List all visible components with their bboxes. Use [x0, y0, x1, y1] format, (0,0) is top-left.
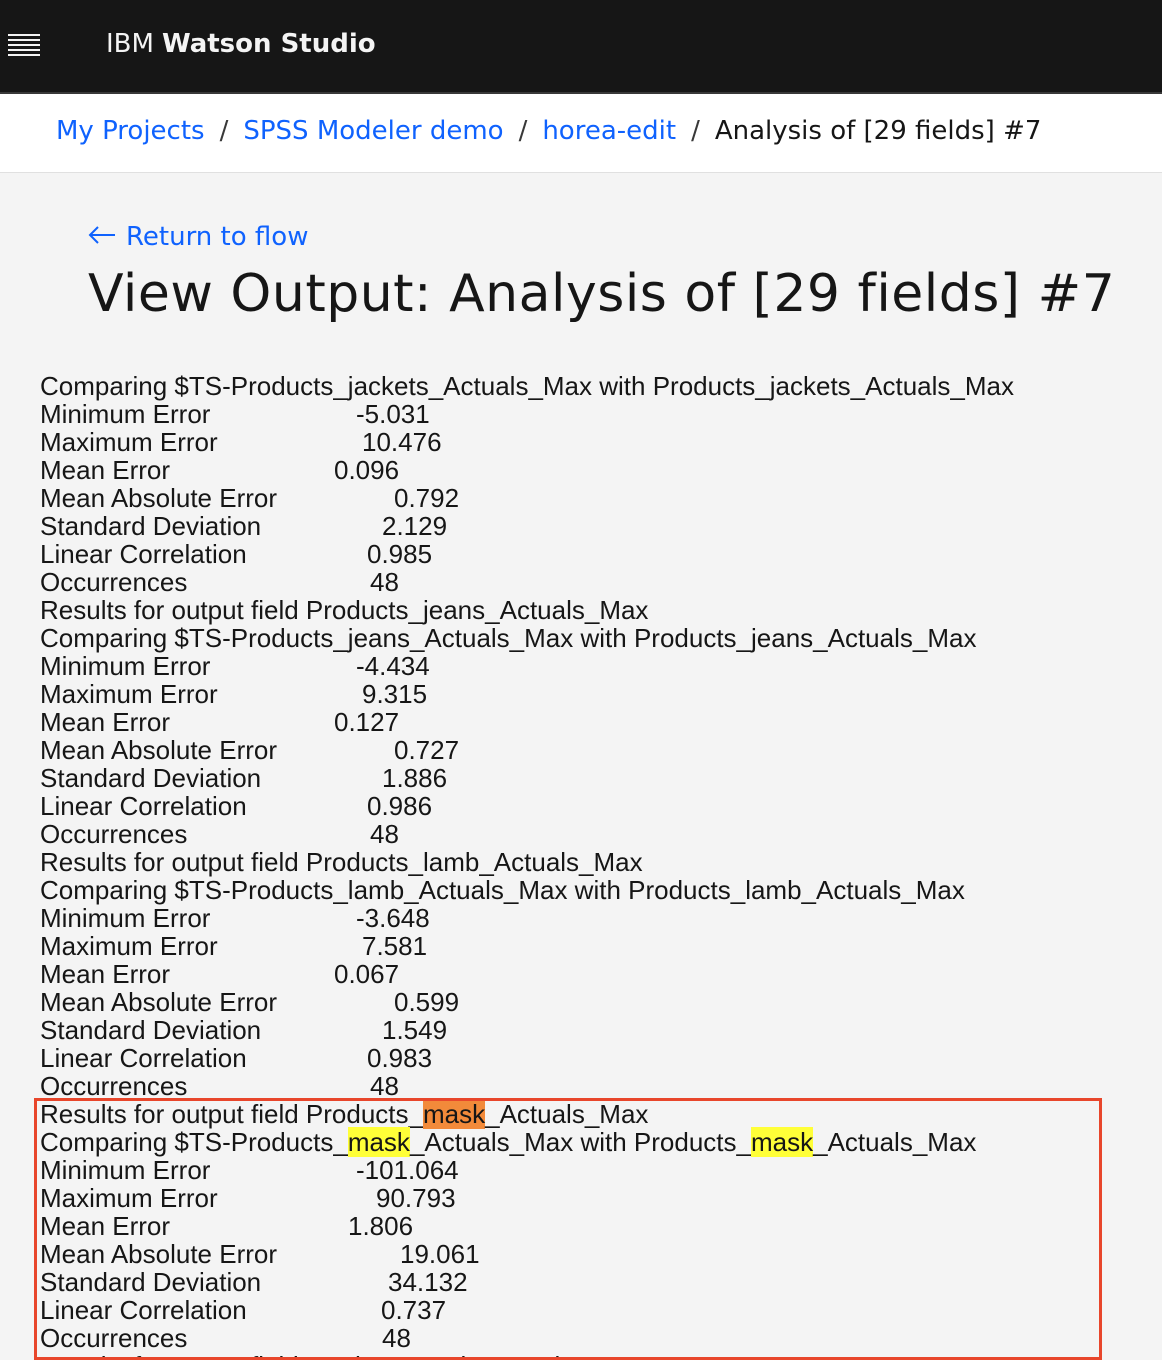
stat-value: 1.886 [382, 763, 448, 793]
stat-label: Mean Absolute Error [40, 1239, 278, 1269]
stat-label: Standard Deviation [40, 1015, 262, 1045]
stat-label: Maximum Error [40, 427, 218, 457]
breadcrumb-my-projects[interactable]: My Projects [56, 116, 205, 146]
breadcrumb-separator: / [518, 116, 528, 146]
stat-label: Linear Correlation [40, 539, 247, 569]
stat-value: 0.986 [367, 791, 433, 821]
stat-value: 0.067 [334, 959, 400, 989]
stat-label: Occurrences [40, 1071, 188, 1101]
stat-value: 48 [370, 819, 399, 849]
stat-value: 2.129 [382, 511, 448, 541]
stat-label: Minimum Error [40, 1155, 211, 1185]
stat-value: 0.792 [394, 483, 460, 513]
comparing-middle: _Actuals_Max with Products_ [409, 1127, 751, 1157]
breadcrumb-spss-modeler-demo[interactable]: SPSS Modeler demo [243, 116, 503, 146]
breadcrumb-current: Analysis of [29 fields] #7 [714, 116, 1042, 146]
stat-value: 0.127 [334, 707, 400, 737]
output-text: Comparing $TS-Products_jackets_Actuals_M… [40, 372, 1014, 400]
stat-label: Maximum Error [40, 1183, 218, 1213]
stat-label: Minimum Error [40, 651, 211, 681]
arrow-left-icon [88, 222, 116, 252]
stat-label: Minimum Error [40, 399, 211, 429]
results-prefix: Results for output field Products_ [40, 1099, 423, 1129]
page-title: View Output: Analysis of [29 fields] #7 [88, 264, 1116, 324]
stat-value: 10.476 [362, 427, 442, 457]
product-name[interactable]: IBM Watson Studio [106, 29, 376, 59]
next-block: Results for output field Products_pork_A… [40, 1352, 637, 1360]
stat-label: Linear Correlation [40, 1043, 247, 1073]
results-suffix: _Actuals_Max [485, 1099, 649, 1129]
stat-value: 48 [370, 1071, 399, 1101]
stat-value: 48 [370, 567, 399, 597]
mask-block: Results for output field Products_mask_A… [40, 1099, 977, 1157]
stat-label: Maximum Error [40, 931, 218, 961]
jeans-block: Results for output field Products_jeans_… [40, 596, 976, 652]
stat-value: 1.806 [348, 1211, 414, 1241]
breadcrumb-bar: My Projects / SPSS Modeler demo / horea-edit… [0, 94, 1162, 173]
search-match: mask [750, 1127, 814, 1157]
results-line: Results for output field Products_lamb_A… [40, 847, 643, 877]
comparing-suffix: _Actuals_Max [813, 1127, 977, 1157]
stat-label: Standard Deviation [40, 511, 262, 541]
results-line: Results for output field Products_mask_A… [40, 1099, 976, 1129]
stat-value: 90.793 [376, 1183, 456, 1213]
stat-value: 1.549 [382, 1015, 448, 1045]
stat-value: 0.096 [334, 455, 400, 485]
return-to-flow-link[interactable]: Return to flow [88, 222, 308, 252]
analysis-output[interactable]: Comparing $TS-Products_jackets_Actuals_M… [0, 372, 1162, 1360]
stat-label: Linear Correlation [40, 1295, 247, 1325]
stat-value: -4.434 [356, 651, 430, 681]
stat-label: Occurrences [40, 1323, 188, 1353]
breadcrumb: My Projects / SPSS Modeler demo / horea-edit… [56, 116, 1041, 146]
breadcrumb-separator: / [219, 116, 229, 146]
stat-label: Maximum Error [40, 679, 218, 709]
output-line: Comparing $TS-Products_jackets_Actuals_M… [40, 372, 1014, 401]
results-line: Results for output field Products_jeans_… [40, 595, 649, 625]
stat-value: 19.061 [400, 1239, 480, 1269]
comparing-line: Comparing $TS-Products_lamb_Actuals_Max … [40, 875, 965, 905]
stat-value: 7.581 [362, 931, 428, 961]
stat-value: 0.983 [367, 1043, 433, 1073]
search-match-current: mask [422, 1099, 486, 1129]
brand-name: Watson Studio [161, 29, 376, 59]
top-navigation-bar: IBM Watson Studio [0, 0, 1162, 94]
comparing-line: Comparing $TS-Products_mask_Actuals_Max … [40, 1127, 977, 1157]
comparing-prefix: Comparing $TS-Products_ [40, 1127, 348, 1157]
stat-value: -101.064 [356, 1155, 459, 1185]
stat-label: Mean Absolute Error [40, 735, 278, 765]
stat-label: Mean Absolute Error [40, 987, 278, 1017]
stat-label: Mean Error [40, 455, 171, 485]
breadcrumb-horea-edit[interactable]: horea-edit [542, 116, 676, 146]
return-to-flow-label: Return to flow [126, 222, 309, 252]
stat-value: 34.132 [388, 1267, 468, 1297]
search-match: mask [347, 1127, 410, 1157]
stat-value: 0.985 [367, 539, 433, 569]
stat-label: Standard Deviation [40, 763, 262, 793]
comparing-line: Comparing $TS-Products_jeans_Actuals_Max… [40, 623, 977, 653]
stat-value: 0.599 [394, 987, 460, 1017]
results-line: Results for output field Products_pork_A… [40, 1352, 637, 1360]
stat-label: Standard Deviation [40, 1267, 262, 1297]
stat-label: Mean Error [40, 959, 171, 989]
stat-value: 48 [382, 1323, 411, 1353]
stat-value: 9.315 [362, 679, 428, 709]
menu-icon[interactable] [8, 34, 40, 58]
stat-value: 0.737 [381, 1295, 447, 1325]
stat-value: -5.031 [356, 399, 430, 429]
stat-label: Occurrences [40, 819, 188, 849]
breadcrumb-separator: / [691, 116, 700, 146]
stat-label: Linear Correlation [40, 791, 247, 821]
lamb-block: Results for output field Products_lamb_A… [40, 848, 965, 904]
stat-label: Mean Error [40, 1211, 171, 1241]
stat-label: Minimum Error [40, 903, 211, 933]
stat-value: 0.727 [394, 735, 460, 765]
stat-value: -3.648 [356, 903, 430, 933]
stat-label: Mean Error [40, 707, 171, 737]
stat-label: Occurrences [40, 567, 188, 597]
brand-prefix: IBM [106, 29, 154, 59]
stat-label: Mean Absolute Error [40, 483, 278, 513]
